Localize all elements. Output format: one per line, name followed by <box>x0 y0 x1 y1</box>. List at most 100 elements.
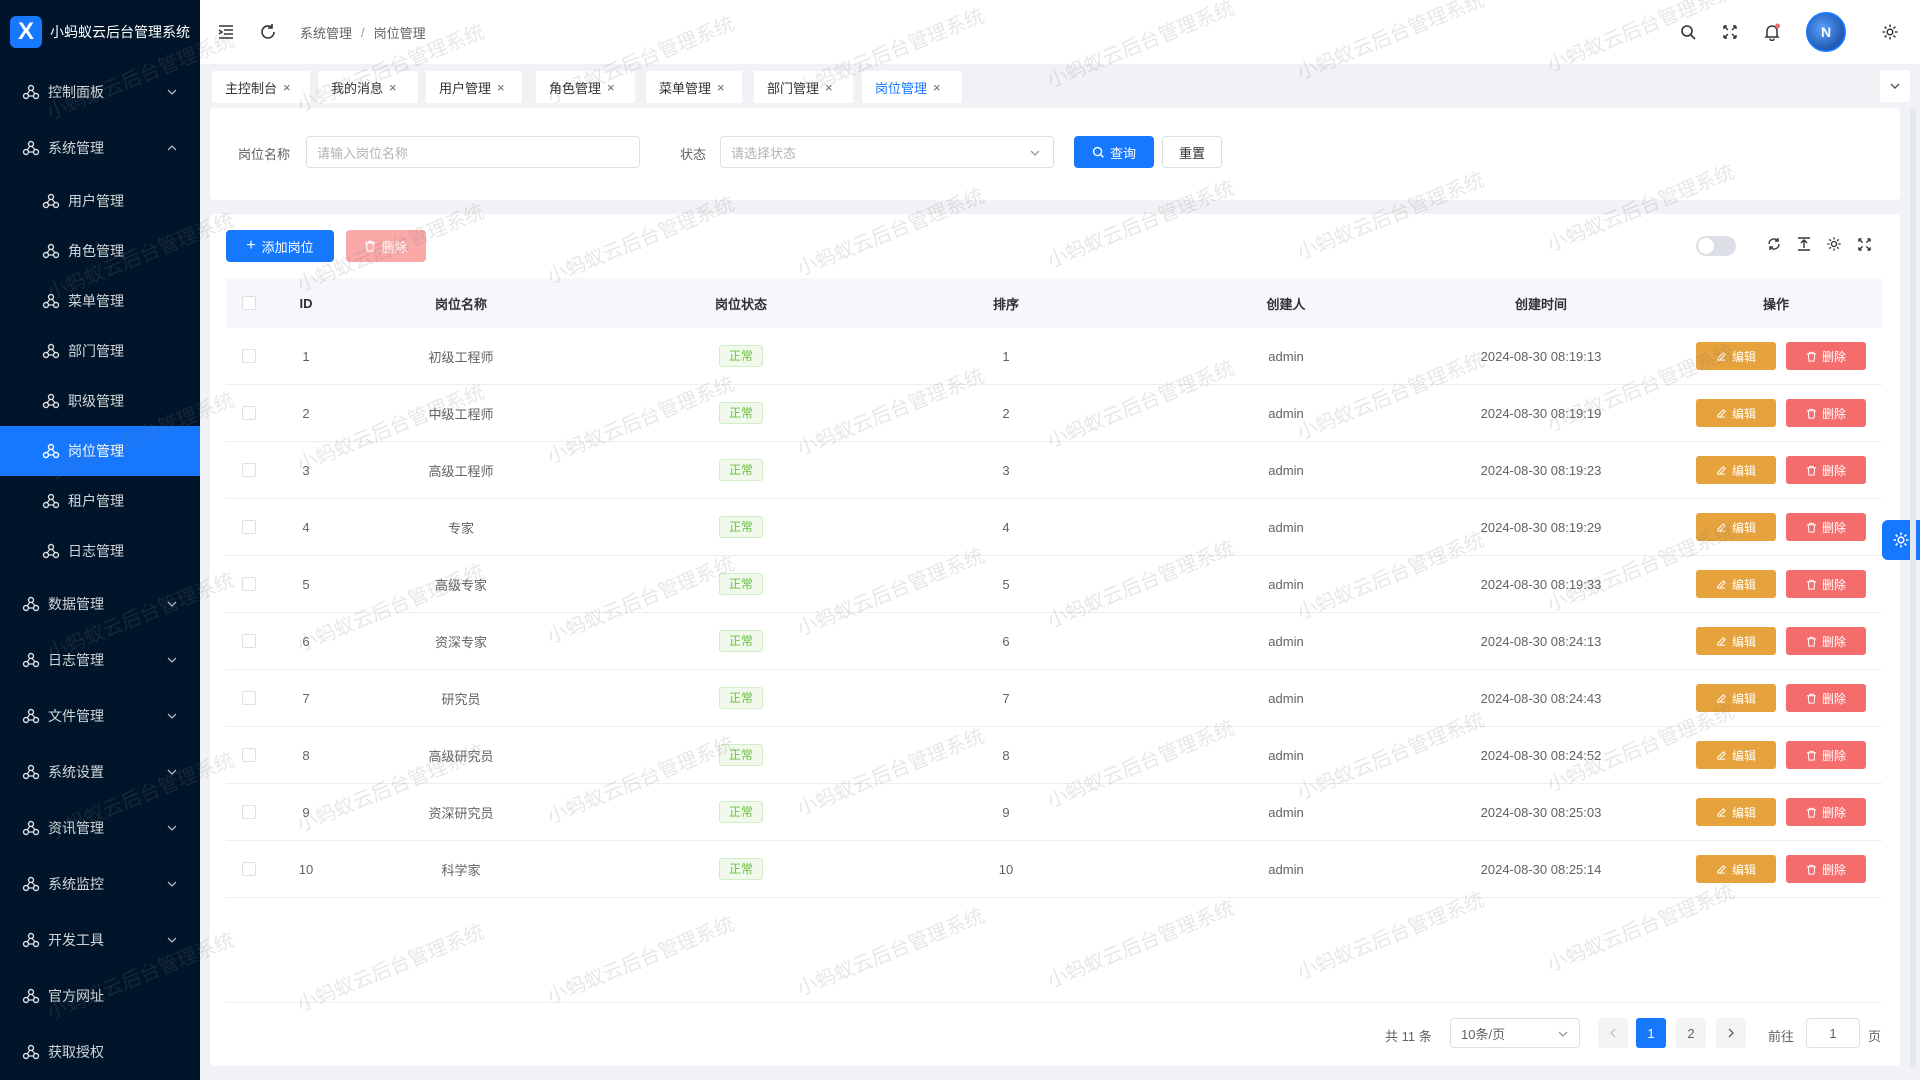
close-icon[interactable]: × <box>283 80 291 95</box>
sidebar-subitem-4[interactable]: 职级管理 <box>0 376 200 426</box>
edit-button[interactable]: 编辑 <box>1696 570 1776 598</box>
row-checkbox[interactable] <box>242 406 256 420</box>
close-icon[interactable]: × <box>389 80 397 95</box>
goto-page-input[interactable]: 1 <box>1806 1018 1860 1048</box>
row-checkbox[interactable] <box>242 634 256 648</box>
tab-5[interactable]: 部门管理 × <box>754 71 853 103</box>
edit-button[interactable]: 编辑 <box>1696 798 1776 826</box>
row-checkbox[interactable] <box>242 349 256 363</box>
menu-fold-icon[interactable] <box>214 20 238 44</box>
fullscreen-icon[interactable] <box>1718 20 1742 44</box>
edit-button[interactable]: 编辑 <box>1696 741 1776 769</box>
edit-button[interactable]: 编辑 <box>1696 456 1776 484</box>
next-page-button[interactable] <box>1716 1018 1746 1048</box>
edit-button[interactable]: 编辑 <box>1696 513 1776 541</box>
post-name-input[interactable]: 请输入岗位名称 <box>306 136 640 168</box>
page-scrollbar[interactable] <box>1910 108 1916 1068</box>
edit-button[interactable]: 编辑 <box>1696 342 1776 370</box>
sidebar-menu-10[interactable]: 获取授权 <box>0 1024 200 1080</box>
close-icon[interactable]: × <box>933 80 941 95</box>
gear-icon[interactable] <box>1878 20 1902 44</box>
bell-icon[interactable] <box>1760 20 1784 44</box>
row-checkbox[interactable] <box>242 520 256 534</box>
sidebar-menu-2[interactable]: 数据管理 <box>0 576 200 632</box>
col-header-name[interactable]: 岗位名称 <box>396 294 526 313</box>
batch-delete-button[interactable]: 删除 <box>346 230 426 262</box>
avatar[interactable]: N <box>1806 12 1846 52</box>
sidebar-subitem-3[interactable]: 部门管理 <box>0 326 200 376</box>
sidebar-subitem-0[interactable]: 用户管理 <box>0 176 200 226</box>
select-all-checkbox[interactable] <box>242 296 256 310</box>
col-header-creator[interactable]: 创建人 <box>1236 294 1336 313</box>
sidebar-subitem-2[interactable]: 菜单管理 <box>0 276 200 326</box>
tab-4[interactable]: 菜单管理 × <box>646 71 742 103</box>
delete-button[interactable]: 删除 <box>1786 741 1866 769</box>
page-button-2[interactable]: 2 <box>1676 1018 1706 1048</box>
delete-button[interactable]: 删除 <box>1786 399 1866 427</box>
refresh-icon[interactable] <box>256 20 280 44</box>
sidebar-menu-1[interactable]: 系统管理 <box>0 120 200 176</box>
row-checkbox[interactable] <box>242 691 256 705</box>
column-settings-icon[interactable] <box>1822 232 1846 256</box>
edit-button[interactable]: 编辑 <box>1696 399 1776 427</box>
sidebar-subitem-1[interactable]: 角色管理 <box>0 226 200 276</box>
query-button[interactable]: 查询 <box>1074 136 1154 168</box>
tabs-dropdown-button[interactable] <box>1880 70 1910 102</box>
delete-button[interactable]: 删除 <box>1786 456 1866 484</box>
refresh-table-icon[interactable] <box>1762 232 1786 256</box>
tab-6[interactable]: 岗位管理 × <box>862 71 962 103</box>
tab-0[interactable]: 主控制台 × <box>212 71 310 103</box>
close-icon[interactable]: × <box>497 80 505 95</box>
sidebar-menu-8[interactable]: 开发工具 <box>0 912 200 968</box>
edit-button[interactable]: 编辑 <box>1696 855 1776 883</box>
col-header-status[interactable]: 岗位状态 <box>676 294 806 313</box>
sidebar-menu-9[interactable]: 官方网址 <box>0 968 200 1024</box>
sidebar-menu-3[interactable]: 日志管理 <box>0 632 200 688</box>
edit-button[interactable]: 编辑 <box>1696 684 1776 712</box>
close-icon[interactable]: × <box>825 80 833 95</box>
prev-page-button[interactable] <box>1598 1018 1628 1048</box>
delete-button[interactable]: 删除 <box>1786 513 1866 541</box>
row-checkbox[interactable] <box>242 805 256 819</box>
col-header-id[interactable]: ID <box>286 296 326 311</box>
row-checkbox[interactable] <box>242 577 256 591</box>
cell-status: 正常 <box>676 516 806 538</box>
close-icon[interactable]: × <box>717 80 725 95</box>
toggle-switch[interactable] <box>1696 236 1736 256</box>
edit-button[interactable]: 编辑 <box>1696 627 1776 655</box>
status-select[interactable]: 请选择状态 <box>720 136 1054 168</box>
search-icon[interactable] <box>1676 20 1700 44</box>
page-size-select[interactable]: 10条/页 <box>1450 1018 1580 1048</box>
delete-button[interactable]: 删除 <box>1786 627 1866 655</box>
row-checkbox[interactable] <box>242 862 256 876</box>
column-height-icon[interactable] <box>1792 232 1816 256</box>
close-icon[interactable]: × <box>607 80 615 95</box>
app-logo[interactable]: X 小蚂蚁云后台管理系统 <box>0 0 200 64</box>
sidebar-subitem-6[interactable]: 租户管理 <box>0 476 200 526</box>
delete-button[interactable]: 删除 <box>1786 570 1866 598</box>
sidebar-menu-6[interactable]: 资讯管理 <box>0 800 200 856</box>
tab-1[interactable]: 我的消息 × <box>318 71 418 103</box>
delete-button[interactable]: 删除 <box>1786 855 1866 883</box>
page-button-1[interactable]: 1 <box>1636 1018 1666 1048</box>
delete-button[interactable]: 删除 <box>1786 342 1866 370</box>
expand-icon[interactable] <box>1852 232 1876 256</box>
sidebar-subitem-5[interactable]: 岗位管理 <box>0 426 200 476</box>
reset-button[interactable]: 重置 <box>1162 136 1222 168</box>
tab-3[interactable]: 角色管理 × <box>536 71 635 103</box>
add-post-button[interactable]: + 添加岗位 <box>226 230 334 262</box>
sidebar-subitem-7[interactable]: 日志管理 <box>0 526 200 576</box>
sidebar-menu-4[interactable]: 文件管理 <box>0 688 200 744</box>
col-header-sort[interactable]: 排序 <box>966 294 1046 313</box>
col-header-created[interactable]: 创建时间 <box>1456 294 1626 313</box>
tab-2[interactable]: 用户管理 × <box>426 71 522 103</box>
sidebar-menu-5[interactable]: 系统设置 <box>0 744 200 800</box>
delete-button[interactable]: 删除 <box>1786 798 1866 826</box>
row-checkbox[interactable] <box>242 748 256 762</box>
delete-button[interactable]: 删除 <box>1786 684 1866 712</box>
breadcrumb-item[interactable]: 系统管理 <box>300 23 352 42</box>
sidebar-menu-7[interactable]: 系统监控 <box>0 856 200 912</box>
sidebar-menu-0[interactable]: 控制面板 <box>0 64 200 120</box>
row-checkbox[interactable] <box>242 463 256 477</box>
cell-creator: admin <box>1268 747 1304 763</box>
